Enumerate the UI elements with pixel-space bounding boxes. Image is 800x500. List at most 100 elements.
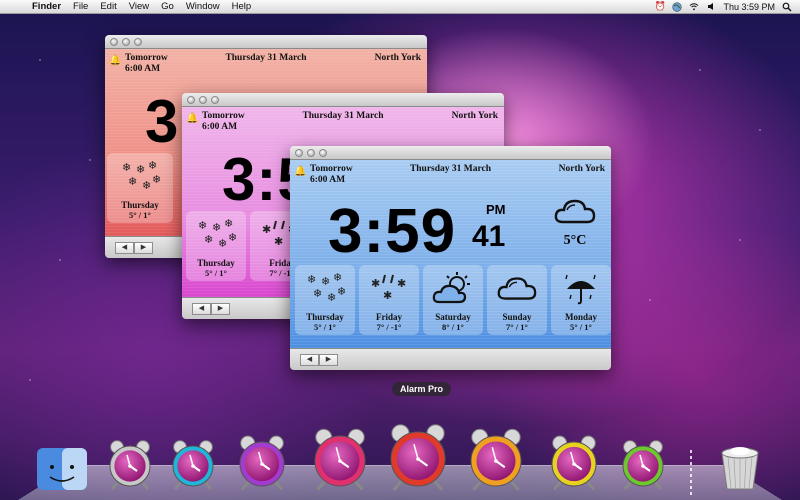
window-titlebar[interactable] [182,93,504,107]
close-button[interactable] [110,37,118,46]
svg-text:❄: ❄ [333,271,342,284]
minimize-button[interactable] [199,95,207,104]
svg-text:❄: ❄ [136,163,145,176]
globe-icon[interactable] [672,1,683,12]
alarm-window-blue[interactable]: 🔔 Tomorrow 6:00 AM Thursday 31 March Nor… [290,146,611,370]
forecast-day: ✱ ✱ ✱ Friday 7° / -1° [359,265,419,335]
day-temp: 7° / 1° [506,322,528,332]
menu-window[interactable]: Window [180,1,226,12]
svg-text:✱: ✱ [397,277,406,290]
svg-text:❄: ❄ [198,219,207,232]
dock-item-alarm-red[interactable] [390,424,446,492]
svg-text:❄: ❄ [307,273,316,286]
dock-item-finder[interactable] [37,448,87,490]
wifi-icon[interactable] [689,2,699,12]
day-name: Frida [269,258,291,268]
next-button[interactable]: ▶ [211,303,230,315]
menu-edit[interactable]: Edit [94,1,122,12]
clock-display: 3:59 [328,197,457,266]
day-name: Saturday [435,312,471,322]
rain-umbrella-icon [561,270,601,308]
day-temp: 5° / 1° [314,322,336,332]
snow-icon: ❄ ❄ ❄ ❄ ❄ ❄ [120,158,160,196]
dock-tooltip: Alarm Pro [392,382,452,396]
close-button[interactable] [295,148,303,157]
svg-text:❄: ❄ [148,159,157,172]
close-button[interactable] [187,95,195,104]
window-footer: ◀ ▶ [290,348,611,370]
minimize-button[interactable] [122,37,130,46]
forecast-day: ❄ ❄ ❄ ❄ ❄ ❄ Thursday 5° / 1° [295,265,355,335]
svg-text:✱: ✱ [262,223,271,236]
forecast-day: Sunday 7° / 1° [487,265,547,335]
dock-item-alarm-orange[interactable] [470,428,522,491]
zoom-button[interactable] [319,148,327,157]
svg-text:✱: ✱ [274,235,283,248]
sleet-icon: ✱✱✱ [369,270,409,308]
svg-text:❄: ❄ [337,285,345,298]
day-name: Thursday [121,200,159,210]
day-temp: 8° / 1° [442,322,464,332]
svg-text:❄: ❄ [142,179,151,192]
dock-item-alarm-cyan[interactable] [172,440,214,490]
day-name: Thursday [197,258,235,268]
svg-text:❄: ❄ [313,287,322,300]
alarm-time: 6:00 AM [125,64,161,74]
forecast-strip: ❄ ❄ ❄ ❄ ❄ ❄ Thursday 5° / 1° [107,153,173,223]
menu-go[interactable]: Go [155,1,180,12]
prev-button[interactable]: ◀ [115,242,134,254]
alarm-clock-icon[interactable]: ⏰ [655,1,666,12]
dock-item-alarm-silver[interactable] [109,440,151,490]
menubar-clock[interactable]: Thu 3:59 PM [723,2,775,12]
menu-file[interactable]: File [67,1,94,12]
next-button[interactable]: ▶ [134,242,153,254]
dock-item-trash[interactable] [721,447,759,490]
menu-help[interactable]: Help [226,1,258,12]
day-name: Monday [564,312,597,322]
minimize-button[interactable] [307,148,315,157]
day-temp: 5° / 1° [129,210,151,220]
day-temp: 5° / 1° [205,268,227,278]
city-label: North York [374,53,421,63]
svg-text:❄: ❄ [128,175,137,188]
day-temp: 7° / -1 [269,268,291,278]
dock-item-alarm-green[interactable] [622,440,664,490]
dock-items [37,424,759,492]
dock-item-alarm-pink[interactable] [314,428,366,491]
forecast-day: Monday 5° / 1° [551,265,611,335]
day-temp: 5° / 1° [570,322,592,332]
cloudy-icon [548,196,602,233]
seconds-display: 41 [472,220,506,253]
window-titlebar[interactable] [105,35,427,49]
svg-text:❄: ❄ [152,173,160,186]
current-weather: 5°C [548,196,602,249]
app-menu[interactable]: Finder [26,1,67,12]
zoom-button[interactable] [134,37,142,46]
svg-text:❄: ❄ [327,291,336,304]
zoom-button[interactable] [211,95,219,104]
forecast-day: ❄ ❄ ❄ ❄ ❄ ❄ Thursday 5° / 1° [186,211,246,281]
window-titlebar[interactable] [290,146,611,160]
prev-button[interactable]: ◀ [192,303,211,315]
day-temp: 7° / -1° [376,322,402,332]
city-label: North York [558,164,605,174]
volume-icon[interactable] [706,2,716,12]
next-button[interactable]: ▶ [319,354,338,366]
spotlight-icon[interactable] [782,2,792,12]
svg-text:✱: ✱ [371,277,380,290]
day-name: Sunday [502,312,532,322]
menu-view[interactable]: View [123,1,155,12]
snow-icon: ❄ ❄ ❄ ❄ ❄ ❄ [305,270,345,308]
dock-item-alarm-yellow[interactable] [551,435,597,491]
ampm-label: PM [486,202,506,217]
cloudy-icon [496,270,538,308]
snow-icon: ❄ ❄ ❄ ❄ ❄ ❄ [196,216,236,254]
svg-text:❄: ❄ [218,237,227,250]
svg-text:❄: ❄ [224,217,233,230]
forecast-strip: ❄ ❄ ❄ ❄ ❄ ❄ Thursday 5° / 1° ✱ ✱ ✱ Friday 7° / … [295,265,611,335]
svg-text:❄: ❄ [122,161,131,174]
dock-item-alarm-purple[interactable] [239,435,285,491]
svg-text:❄: ❄ [212,221,221,234]
prev-button[interactable]: ◀ [300,354,319,366]
day-name: Thursday [306,312,344,322]
